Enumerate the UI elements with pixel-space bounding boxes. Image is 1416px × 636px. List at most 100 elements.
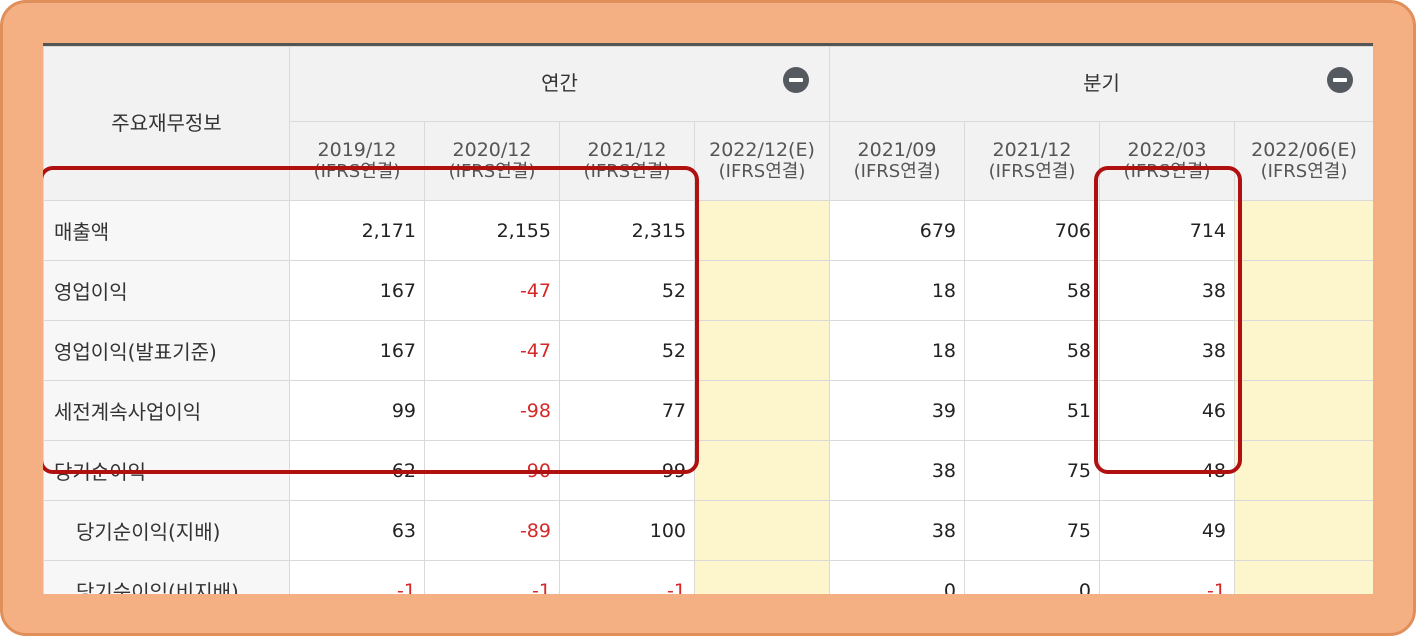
value-cell: [1234, 560, 1373, 594]
value-cell: 38: [829, 500, 965, 561]
financial-table: 주요재무정보 연간 분기 2019/12 (IFRS연결) 2020/12 (IFRS…: [43, 46, 1373, 594]
table-row: 세전계속사업이익 99 -98 77 39 51 46: [43, 380, 1373, 441]
row-label: 당기순이익(비지배): [43, 560, 290, 594]
value-cell: 58: [964, 260, 1100, 321]
value-cell: 75: [964, 440, 1100, 501]
period-date: 2021/09: [857, 138, 937, 161]
value-cell: [694, 320, 830, 381]
value-cell: [1234, 380, 1373, 441]
value-cell: 0: [964, 560, 1100, 594]
value-cell: 39: [829, 380, 965, 441]
value-cell: -1: [1099, 560, 1235, 594]
row-label: 영업이익: [43, 260, 290, 321]
value-cell: [1234, 320, 1373, 381]
quarterly-group-header: 분기: [829, 46, 1373, 122]
value-cell: -1: [424, 560, 560, 594]
value-cell: 2,315: [559, 200, 695, 261]
period-date: 2022/06(E): [1251, 138, 1357, 161]
value-cell: -47: [424, 320, 560, 381]
row-label: 당기순이익: [43, 440, 290, 501]
value-cell: 51: [964, 380, 1100, 441]
value-cell: 99: [289, 380, 425, 441]
value-cell: [1234, 260, 1373, 321]
value-cell: 167: [289, 320, 425, 381]
value-cell: 100: [559, 500, 695, 561]
value-cell: 18: [829, 320, 965, 381]
value-cell: 49: [1099, 500, 1235, 561]
annual-collapse-icon[interactable]: [783, 67, 809, 93]
value-cell: 52: [559, 320, 695, 381]
value-cell: 58: [964, 320, 1100, 381]
period-header: 2021/12 (IFRS연결): [559, 120, 695, 202]
period-basis: (IFRS연결): [448, 160, 536, 182]
value-cell: [1234, 440, 1373, 501]
period-date: 2019/12: [317, 138, 397, 161]
row-label: 당기순이익(지배): [43, 500, 290, 561]
value-cell: 38: [1099, 260, 1235, 321]
period-header: 2022/06(E) (IFRS연결): [1234, 120, 1373, 202]
value-cell: 2,171: [289, 200, 425, 261]
value-cell: 46: [1099, 380, 1235, 441]
value-cell: [694, 260, 830, 321]
value-cell: 77: [559, 380, 695, 441]
value-cell: 48: [1099, 440, 1235, 501]
value-cell: 714: [1099, 200, 1235, 261]
period-date: 2021/12: [587, 138, 667, 161]
table-row: 당기순이익 62 -90 99 38 75 48: [43, 440, 1373, 501]
value-cell: 18: [829, 260, 965, 321]
period-header: 2021/09 (IFRS연결): [829, 120, 965, 202]
period-basis: (IFRS연결): [313, 160, 401, 182]
period-basis: (IFRS연결): [718, 160, 806, 182]
value-cell: 679: [829, 200, 965, 261]
annual-group-header: 연간: [289, 46, 830, 122]
table-row: 당기순이익(지배) 63 -89 100 38 75 49: [43, 500, 1373, 561]
value-cell: 52: [559, 260, 695, 321]
period-date: 2022/03: [1127, 138, 1207, 161]
value-cell: [1234, 200, 1373, 261]
value-cell: 167: [289, 260, 425, 321]
value-cell: -89: [424, 500, 560, 561]
table-row: 당기순이익(비지배) -1 -1 -1 0 0 -1: [43, 560, 1373, 594]
table-row: 영업이익(발표기준) 167 -47 52 18 58 38: [43, 320, 1373, 381]
period-basis: (IFRS연결): [1260, 160, 1348, 182]
value-cell: 62: [289, 440, 425, 501]
table-row: 영업이익 167 -47 52 18 58 38: [43, 260, 1373, 321]
period-header: 2020/12 (IFRS연결): [424, 120, 560, 202]
value-cell: 63: [289, 500, 425, 561]
period-basis: (IFRS연결): [853, 160, 941, 182]
value-cell: -1: [289, 560, 425, 594]
value-cell: [694, 560, 830, 594]
value-cell: 38: [1099, 320, 1235, 381]
table-row: 매출액 2,171 2,155 2,315 679 706 714: [43, 200, 1373, 261]
value-cell: [694, 200, 830, 261]
value-cell: 706: [964, 200, 1100, 261]
value-cell: -90: [424, 440, 560, 501]
period-header: 2021/12 (IFRS연결): [964, 120, 1100, 202]
value-cell: -47: [424, 260, 560, 321]
row-label: 세전계속사업이익: [43, 380, 290, 441]
period-header: 2019/12 (IFRS연결): [289, 120, 425, 202]
value-cell: [694, 500, 830, 561]
financial-summary-panel: 주요재무정보 연간 분기 2019/12 (IFRS연결) 2020/12 (IFRS…: [43, 43, 1373, 594]
value-cell: 99: [559, 440, 695, 501]
period-header: 2022/03 (IFRS연결): [1099, 120, 1235, 202]
period-date: 2021/12: [992, 138, 1072, 161]
value-cell: [694, 380, 830, 441]
quarterly-collapse-icon[interactable]: [1327, 67, 1353, 93]
period-basis: (IFRS연결): [988, 160, 1076, 182]
value-cell: 75: [964, 500, 1100, 561]
period-date: 2022/12(E): [709, 138, 815, 161]
value-cell: [694, 440, 830, 501]
value-cell: [1234, 500, 1373, 561]
row-header-label: 주요재무정보: [43, 46, 290, 201]
period-date: 2020/12: [452, 138, 532, 161]
value-cell: -1: [559, 560, 695, 594]
row-label: 영업이익(발표기준): [43, 320, 290, 381]
period-basis: (IFRS연결): [1123, 160, 1211, 182]
period-basis: (IFRS연결): [583, 160, 671, 182]
row-label: 매출액: [43, 200, 290, 261]
value-cell: 38: [829, 440, 965, 501]
period-header: 2022/12(E) (IFRS연결): [694, 120, 830, 202]
value-cell: 2,155: [424, 200, 560, 261]
value-cell: 0: [829, 560, 965, 594]
